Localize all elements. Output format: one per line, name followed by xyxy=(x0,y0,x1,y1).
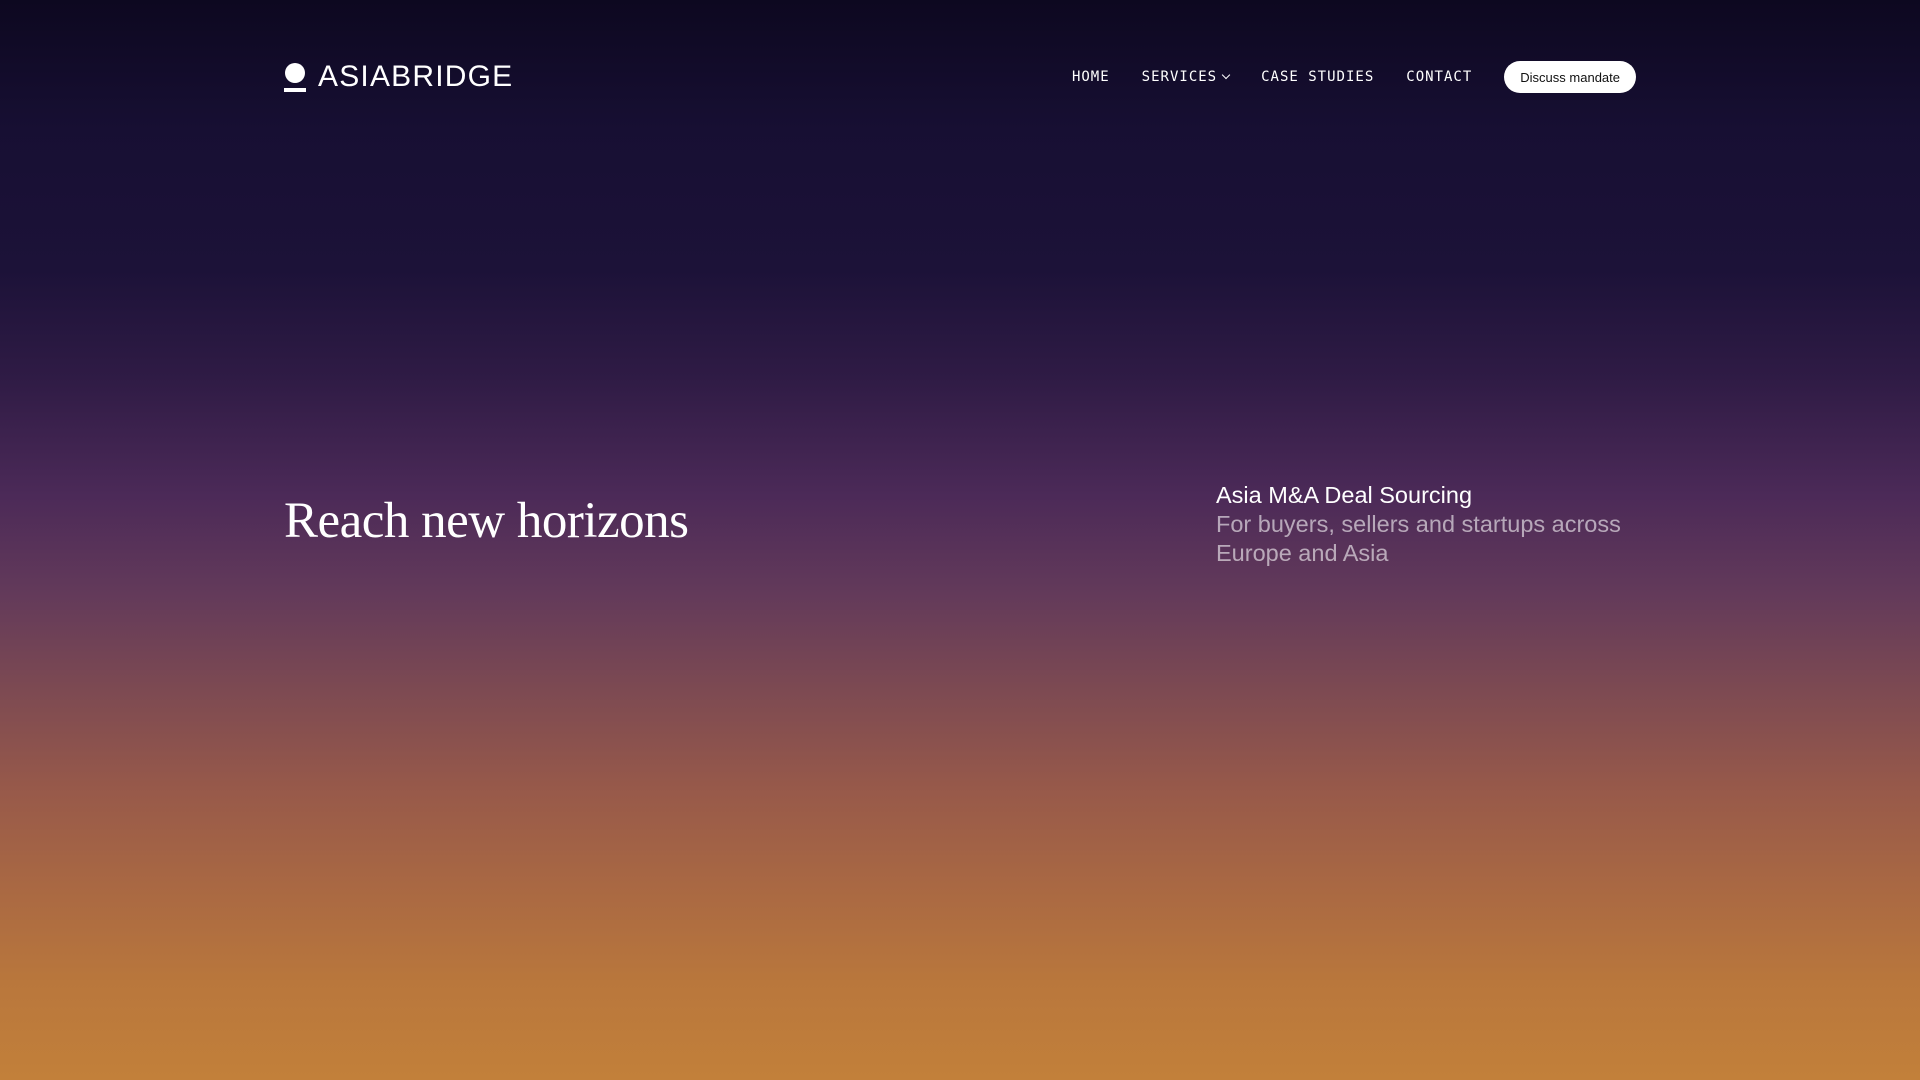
asiabridge-logo-icon xyxy=(284,62,306,92)
nav-item-case-studies[interactable]: CASE STUDIES xyxy=(1261,69,1374,85)
brand-name: ASIABRIDGE xyxy=(318,60,514,93)
nav-item-contact[interactable]: CONTACT xyxy=(1406,69,1472,85)
discuss-mandate-button[interactable]: Discuss mandate xyxy=(1504,61,1636,93)
hero-title: Reach new horizons xyxy=(284,493,689,549)
hero-tagline: Asia M&A Deal Sourcing For buyers, selle… xyxy=(1216,481,1646,568)
nav-item-services[interactable]: SERVICES xyxy=(1141,69,1231,85)
nav-item-services-label: SERVICES xyxy=(1141,69,1218,85)
main-nav: HOME SERVICES CASE STUDIES CONTACT Discu… xyxy=(1072,61,1636,93)
nav-item-home[interactable]: HOME xyxy=(1072,69,1110,85)
site-header: ASIABRIDGE HOME SERVICES CASE STUDIES CO… xyxy=(284,60,1636,94)
brand-logo[interactable]: ASIABRIDGE xyxy=(284,62,513,92)
chevron-down-icon xyxy=(1221,70,1231,80)
hero-side-text: For buyers, sellers and startups across … xyxy=(1216,511,1621,566)
hero-side-heading: Asia M&A Deal Sourcing xyxy=(1216,482,1473,508)
